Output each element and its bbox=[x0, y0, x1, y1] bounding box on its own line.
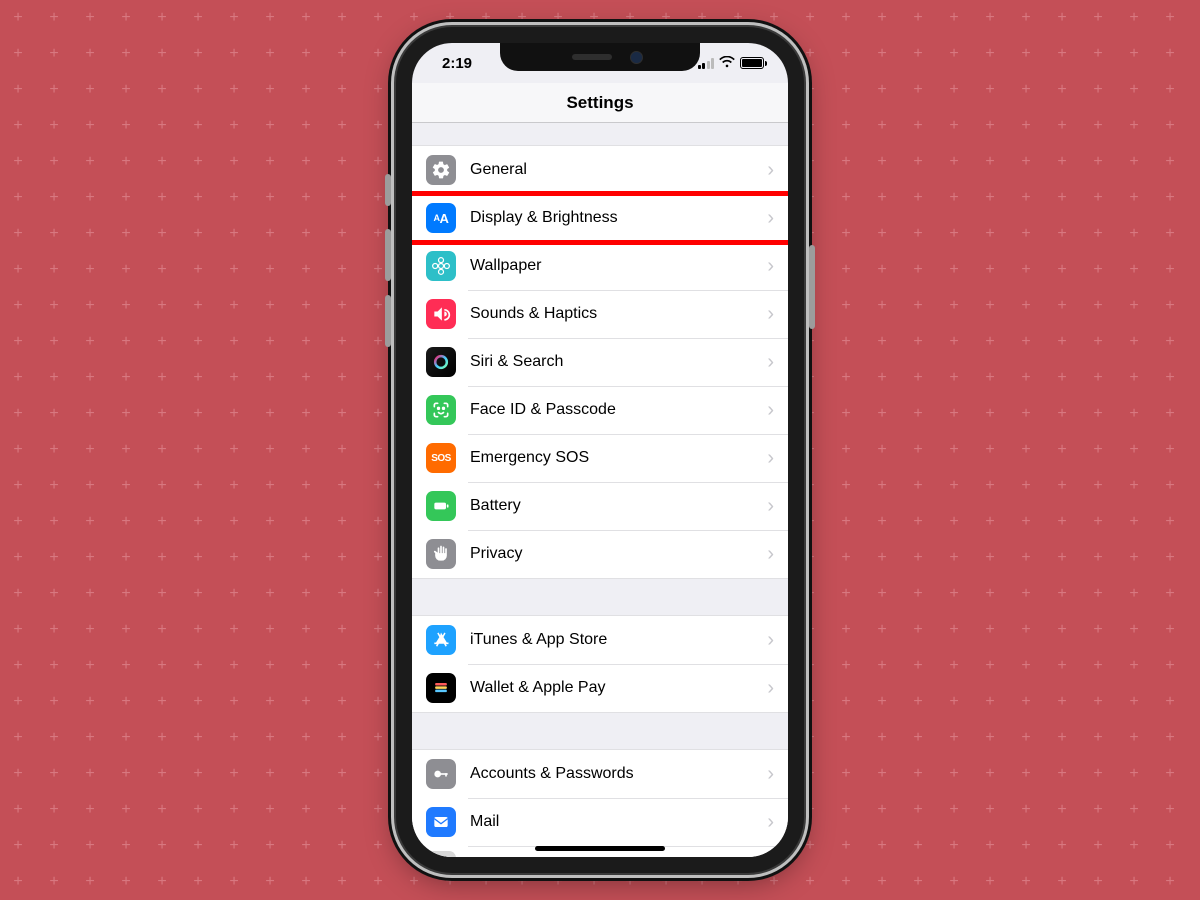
speaker-icon bbox=[426, 299, 456, 329]
wallet-icon bbox=[426, 673, 456, 703]
row-wallet-applepay[interactable]: Wallet & Apple Pay › bbox=[412, 664, 788, 712]
chevron-right-icon: › bbox=[767, 543, 774, 566]
sos-icon: SOS bbox=[426, 443, 456, 473]
chevron-right-icon: › bbox=[767, 399, 774, 422]
chevron-right-icon: › bbox=[767, 159, 774, 182]
row-sounds-haptics[interactable]: Sounds & Haptics › bbox=[412, 290, 788, 338]
chevron-right-icon: › bbox=[767, 811, 774, 834]
row-general[interactable]: General › bbox=[412, 146, 788, 194]
wifi-icon bbox=[719, 55, 735, 71]
settings-list: General › AA Display & Brightness › bbox=[412, 123, 788, 857]
hand-icon bbox=[426, 539, 456, 569]
chevron-right-icon: › bbox=[767, 855, 774, 858]
row-itunes-appstore[interactable]: iTunes & App Store › bbox=[412, 616, 788, 664]
mail-icon bbox=[426, 807, 456, 837]
row-label: Face ID & Passcode bbox=[456, 401, 767, 419]
row-emergency-sos[interactable]: SOS Emergency SOS › bbox=[412, 434, 788, 482]
volume-up-button bbox=[385, 229, 391, 281]
row-label: Accounts & Passwords bbox=[456, 765, 767, 783]
row-accounts-passwords[interactable]: Accounts & Passwords › bbox=[412, 750, 788, 798]
row-label: Mail bbox=[456, 813, 767, 831]
mute-switch bbox=[385, 174, 391, 206]
highlight-border bbox=[412, 240, 788, 245]
row-label: Wallpaper bbox=[456, 257, 767, 275]
siri-icon bbox=[426, 347, 456, 377]
row-label: Emergency SOS bbox=[456, 449, 767, 467]
chevron-right-icon: › bbox=[767, 303, 774, 326]
battery-icon bbox=[426, 491, 456, 521]
home-indicator[interactable] bbox=[535, 846, 665, 851]
row-label: Sounds & Haptics bbox=[456, 305, 767, 323]
row-mail[interactable]: Mail › bbox=[412, 798, 788, 846]
cellular-signal-icon bbox=[698, 58, 715, 69]
chevron-right-icon: › bbox=[767, 351, 774, 374]
power-button bbox=[809, 245, 815, 329]
nav-bar: Settings bbox=[412, 83, 788, 123]
row-label: Privacy bbox=[456, 545, 767, 563]
volume-down-button bbox=[385, 295, 391, 347]
chevron-right-icon: › bbox=[767, 447, 774, 470]
chevron-right-icon: › bbox=[767, 495, 774, 518]
chevron-right-icon: › bbox=[767, 255, 774, 278]
notch bbox=[500, 43, 700, 71]
row-label: General bbox=[456, 161, 767, 179]
appstore-icon bbox=[426, 625, 456, 655]
chevron-right-icon: › bbox=[767, 763, 774, 786]
status-time: 2:19 bbox=[442, 55, 472, 72]
text-size-icon: AA bbox=[426, 203, 456, 233]
row-display-brightness[interactable]: AA Display & Brightness › bbox=[412, 194, 788, 242]
chevron-right-icon: › bbox=[767, 207, 774, 230]
face-icon bbox=[426, 395, 456, 425]
row-label: Battery bbox=[456, 497, 767, 515]
battery-icon bbox=[740, 57, 764, 69]
page-title: Settings bbox=[566, 93, 633, 113]
contacts-icon bbox=[426, 851, 456, 857]
row-wallpaper[interactable]: Wallpaper › bbox=[412, 242, 788, 290]
row-faceid-passcode[interactable]: Face ID & Passcode › bbox=[412, 386, 788, 434]
row-battery[interactable]: Battery › bbox=[412, 482, 788, 530]
row-privacy[interactable]: Privacy › bbox=[412, 530, 788, 578]
row-label: iTunes & App Store bbox=[456, 631, 767, 649]
row-label: Display & Brightness bbox=[456, 209, 767, 227]
row-label: Siri & Search bbox=[456, 353, 767, 371]
row-label: Wallet & Apple Pay bbox=[456, 679, 767, 697]
row-siri-search[interactable]: Siri & Search › bbox=[412, 338, 788, 386]
key-icon bbox=[426, 759, 456, 789]
gear-icon bbox=[426, 155, 456, 185]
chevron-right-icon: › bbox=[767, 629, 774, 652]
chevron-right-icon: › bbox=[767, 677, 774, 700]
highlight-border bbox=[412, 191, 788, 196]
device-screen: 2:19 Settings bbox=[412, 43, 788, 857]
phone-frame: 2:19 Settings bbox=[396, 27, 804, 873]
flower-icon bbox=[426, 251, 456, 281]
